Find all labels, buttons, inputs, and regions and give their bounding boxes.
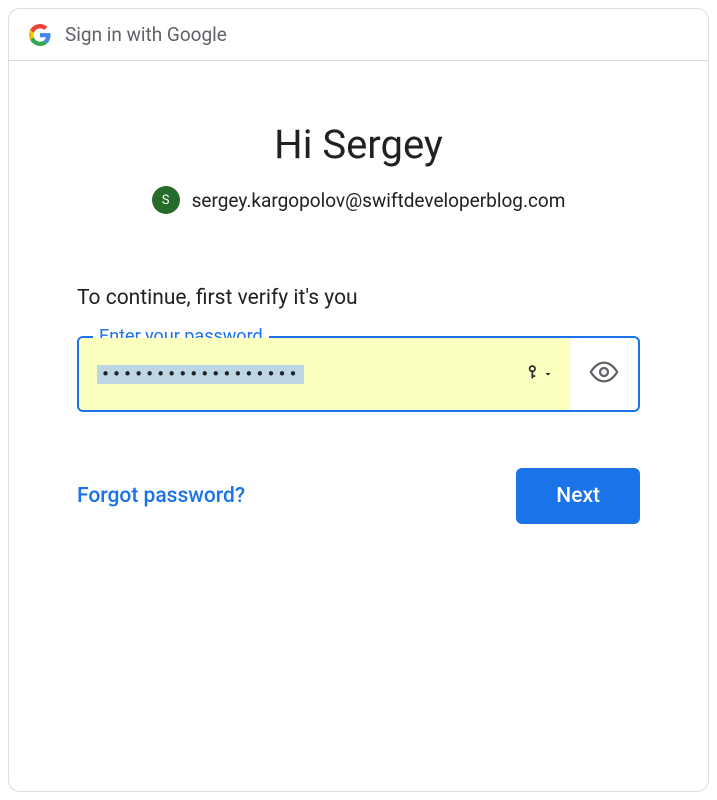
chevron-down-icon xyxy=(542,365,554,384)
eye-icon xyxy=(589,357,619,391)
instruction-text: To continue, first verify it's you xyxy=(77,286,640,310)
content: Hi Sergey S sergey.kargopolov@swiftdevel… xyxy=(9,61,708,564)
password-input[interactable]: •••••••••••••••••• xyxy=(79,338,570,410)
account-email: sergey.kargopolov@swiftdeveloperblog.com xyxy=(192,189,566,212)
header-title: Sign in with Google xyxy=(65,23,227,46)
google-logo-icon xyxy=(29,24,51,46)
password-suggestion-dropdown[interactable] xyxy=(528,365,554,384)
password-field-wrapper: Enter your password •••••••••••••••••• xyxy=(77,336,640,412)
avatar: S xyxy=(152,186,180,214)
show-password-button[interactable] xyxy=(570,338,638,410)
actions-row: Forgot password? Next xyxy=(77,468,640,524)
next-button[interactable]: Next xyxy=(516,468,640,524)
password-masked-value: •••••••••••••••••• xyxy=(97,365,304,384)
greeting-heading: Hi Sergey xyxy=(77,121,640,168)
header: Sign in with Google xyxy=(9,9,708,61)
key-icon xyxy=(528,365,541,384)
signin-card: Sign in with Google Hi Sergey S sergey.k… xyxy=(8,8,709,792)
account-chip[interactable]: S sergey.kargopolov@swiftdeveloperblog.c… xyxy=(77,186,640,214)
forgot-password-link[interactable]: Forgot password? xyxy=(77,484,245,508)
